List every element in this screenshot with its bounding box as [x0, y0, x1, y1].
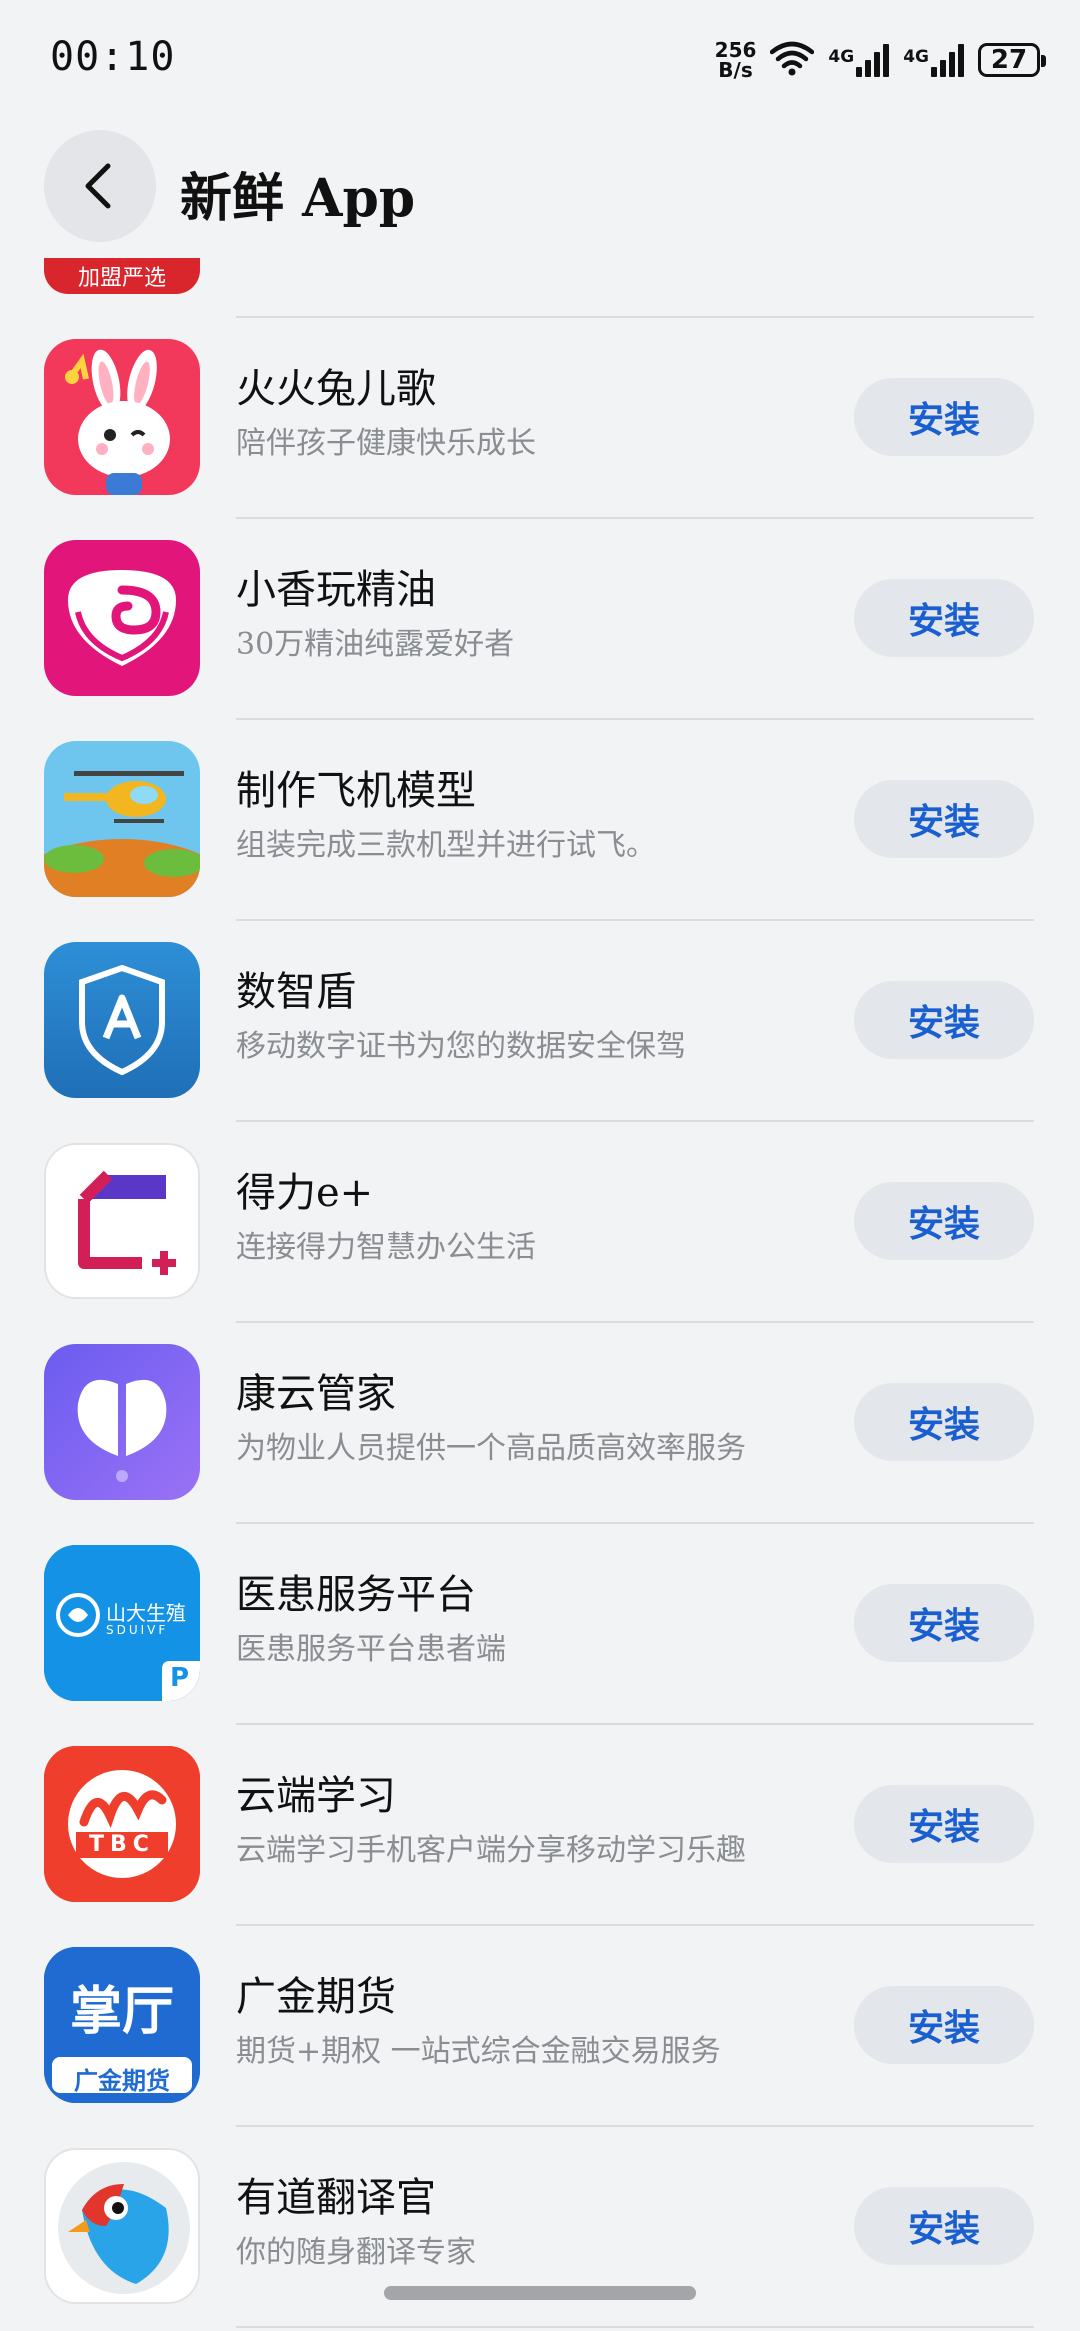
- partial-item-badge: 加盟严选: [44, 258, 200, 294]
- status-time: 00:10: [50, 34, 176, 80]
- app-description: 你的随身翻译专家: [236, 2235, 476, 2270]
- app-name: 广金期货: [236, 1974, 396, 2020]
- install-button[interactable]: 安装: [854, 1182, 1034, 1260]
- app-description: 组装完成三款机型并进行试飞。: [236, 828, 656, 863]
- deli-icon: [44, 1143, 200, 1299]
- rose-icon: [44, 540, 200, 696]
- app-name: 制作飞机模型: [236, 768, 476, 814]
- signal-2-label: 4G: [903, 47, 929, 67]
- app-description: 陪伴孩子健康快乐成长: [236, 426, 536, 461]
- app-name: 小香玩精油: [236, 567, 436, 613]
- icon-text: 山大生殖: [106, 1601, 186, 1625]
- list-item[interactable]: 山大生殖 SDUIVF P 医患服务平台 医患服务平台患者端 安装: [0, 1524, 1080, 1725]
- install-button[interactable]: 安装: [854, 780, 1034, 858]
- signal-1: 4G: [828, 43, 890, 77]
- icon-text: 掌厅: [69, 1982, 174, 2042]
- app-description: 医患服务平台患者端: [236, 1632, 506, 1667]
- helicopter-icon: [44, 741, 200, 897]
- app-description: 连接得力智慧办公生活: [236, 1230, 536, 1265]
- app-name: 医患服务平台: [236, 1572, 476, 1618]
- app-description: 云端学习手机客户端分享移动学习乐趣: [236, 1833, 746, 1868]
- app-name: 得力e+: [236, 1170, 374, 1216]
- app-description: 30万精油纯露爱好者: [236, 627, 515, 662]
- icon-badge: P: [170, 1663, 190, 1693]
- app-description: 为物业人员提供一个高品质高效率服务: [236, 1431, 746, 1466]
- install-button[interactable]: 安装: [854, 1785, 1034, 1863]
- battery-icon: 27: [978, 43, 1046, 77]
- list-item[interactable]: 数智盾 移动数字证书为您的数据安全保驾 安装: [0, 921, 1080, 1122]
- list-item[interactable]: 火火兔儿歌 陪伴孩子健康快乐成长 安装: [0, 318, 1080, 519]
- install-button[interactable]: 安装: [854, 1383, 1034, 1461]
- app-name: 康云管家: [236, 1371, 396, 1417]
- list-item[interactable]: 掌厅 广金期货 广金期货 期货+期权 一站式综合金融交易服务 安装: [0, 1926, 1080, 2127]
- battery-level: 27: [990, 45, 1028, 75]
- signal-1-label: 4G: [828, 47, 855, 67]
- status-icons: 256 B/s 4G 4G 27: [715, 32, 1046, 88]
- hospital-icon: 山大生殖 SDUIVF P: [44, 1545, 200, 1701]
- icon-subtext: SDUIVF: [106, 1623, 169, 1637]
- install-button[interactable]: 安装: [854, 981, 1034, 1059]
- net-speed-value: 256: [714, 38, 757, 62]
- list-item[interactable]: 康云管家 为物业人员提供一个高品质高效率服务 安装: [0, 1323, 1080, 1524]
- app-list: 火火兔儿歌 陪伴孩子健康快乐成长 安装 小香玩精油 30万精油纯露爱好者 安装: [0, 318, 1080, 2328]
- list-item[interactable]: 小香玩精油 30万精油纯露爱好者 安装: [0, 519, 1080, 720]
- list-item[interactable]: 得力e+ 连接得力智慧办公生活 安装: [0, 1122, 1080, 1323]
- signal-bars-icon: [856, 43, 890, 77]
- app-description: 期货+期权 一站式综合金融交易服务: [236, 2034, 721, 2069]
- rabbit-icon: [44, 339, 200, 495]
- home-indicator[interactable]: [384, 2286, 696, 2300]
- app-name: 有道翻译官: [236, 2175, 436, 2221]
- app-name: 云端学习: [236, 1773, 396, 1819]
- app-name: 火火兔儿歌: [236, 366, 436, 412]
- chevron-left-icon: [85, 163, 111, 209]
- bird-icon: [44, 2148, 200, 2304]
- tbc-icon: TBC: [44, 1746, 200, 1902]
- icon-subtext: 广金期货: [74, 2067, 170, 2095]
- app-description: 移动数字证书为您的数据安全保驾: [236, 1029, 686, 1064]
- wifi-icon: [770, 40, 815, 80]
- signal-2: 4G: [903, 43, 964, 77]
- install-button[interactable]: 安装: [854, 378, 1034, 456]
- page-title: 新鲜 App: [180, 168, 416, 229]
- icon-text: TBC: [89, 1832, 155, 1857]
- divider: [236, 2326, 1034, 2328]
- list-item[interactable]: TBC 云端学习 云端学习手机客户端分享移动学习乐趣 安装: [0, 1725, 1080, 1926]
- app-name: 数智盾: [236, 969, 356, 1015]
- futures-icon: 掌厅 广金期货: [44, 1947, 200, 2103]
- butterfly-icon: [44, 1344, 200, 1500]
- install-button[interactable]: 安装: [854, 2187, 1034, 2265]
- list-item[interactable]: 制作飞机模型 组装完成三款机型并进行试飞。 安装: [0, 720, 1080, 921]
- install-button[interactable]: 安装: [854, 1584, 1034, 1662]
- status-bar: 00:10 256 B/s 4G 4G 27: [0, 0, 1080, 120]
- shield-icon: [44, 942, 200, 1098]
- header: 新鲜 App: [0, 120, 1080, 250]
- install-button[interactable]: 安装: [854, 1986, 1034, 2064]
- net-speed-unit: B/s: [718, 58, 753, 82]
- back-button[interactable]: [44, 130, 156, 242]
- signal-bars-icon: [931, 43, 964, 77]
- net-speed: 256 B/s: [715, 40, 757, 80]
- install-button[interactable]: 安装: [854, 579, 1034, 657]
